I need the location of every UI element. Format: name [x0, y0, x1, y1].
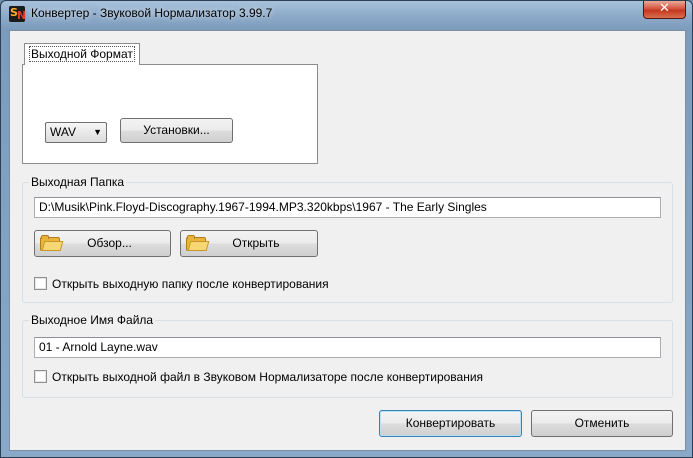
folder-open-icon [40, 235, 64, 251]
chevron-down-icon: ▼ [93, 127, 102, 137]
title-bar[interactable]: S N Конвертер - Звуковой Нормализатор 3.… [1, 1, 692, 27]
output-filename-group-label: Выходное Имя Файла [29, 313, 156, 327]
open-folder-button[interactable]: Открыть [180, 230, 318, 257]
format-select[interactable]: WAV ▼ [45, 122, 107, 143]
app-icon: S N [9, 6, 27, 22]
open-folder-after-label: Открыть выходную папку после конвертиров… [52, 277, 329, 291]
convert-button[interactable]: Конвертировать [379, 410, 522, 437]
output-format-tab-panel: WAV ▼ Установки... [22, 64, 318, 164]
format-select-value: WAV [50, 125, 76, 139]
close-button[interactable]: ✕ [643, 1, 686, 19]
output-folder-path-input[interactable]: D:\Musik\Pink.Floyd-Discography.1967-199… [34, 197, 661, 218]
cancel-button[interactable]: Отменить [531, 410, 673, 437]
open-file-after-checkbox[interactable] [34, 370, 47, 383]
folder-icon [186, 235, 210, 251]
converter-window: S N Конвертер - Звуковой Нормализатор 3.… [0, 0, 693, 458]
browse-button-label: Обзор... [87, 236, 132, 250]
tab-output-format[interactable]: Выходной Формат [24, 43, 140, 65]
output-folder-group-label: Выходная Папка [29, 175, 127, 189]
open-file-after-label: Открыть выходной файл в Звуковом Нормали… [52, 370, 484, 384]
settings-button[interactable]: Установки... [120, 118, 233, 143]
app-icon-letter-n: N [17, 9, 27, 22]
output-filename-input[interactable]: 01 - Arnold Layne.wav [34, 337, 661, 358]
browse-button[interactable]: Обзор... [34, 230, 171, 257]
open-folder-after-checkbox[interactable] [34, 277, 47, 290]
dialog-client-area: WAV ▼ Установки... Выходной Формат Выход… [9, 30, 686, 451]
tab-output-format-label: Выходной Формат [29, 46, 135, 62]
window-title: Конвертер - Звуковой Нормализатор 3.99.7 [31, 6, 273, 20]
open-folder-button-label: Открыть [232, 236, 280, 250]
output-filename-group: Выходное Имя Файла [22, 313, 673, 398]
